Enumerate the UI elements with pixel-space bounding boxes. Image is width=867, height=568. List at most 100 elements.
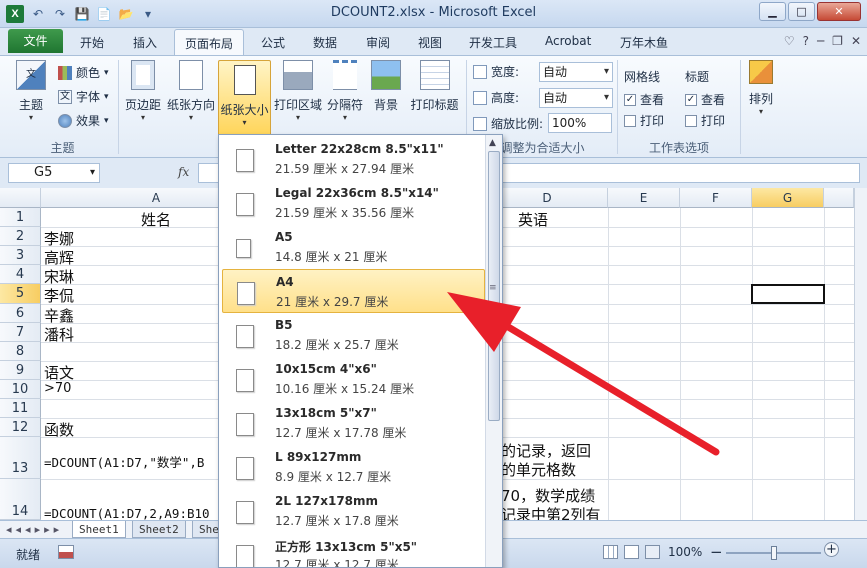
cell-a14[interactable]: =DCOUNT(A1:D7,2,A9:B10 bbox=[44, 506, 210, 520]
minimize-button[interactable]: ▁ bbox=[759, 2, 786, 21]
gridlines-view-option[interactable]: ✓ 查看 bbox=[624, 91, 664, 108]
tab-acrobat[interactable]: Acrobat bbox=[545, 34, 591, 48]
headings-view-checkbox[interactable]: ✓ bbox=[685, 93, 697, 106]
row-header-12[interactable]: 12 bbox=[0, 418, 41, 437]
row-header-13[interactable]: 13 bbox=[0, 437, 41, 479]
tab-page-layout[interactable]: 页面布局 bbox=[174, 29, 245, 55]
cell-d13-line2[interactable]: 的单元格数 bbox=[501, 459, 576, 480]
row-header-5[interactable]: 5 bbox=[0, 284, 41, 304]
row-header-11[interactable]: 11 bbox=[0, 399, 41, 418]
width-dropdown[interactable]: 自动 bbox=[539, 62, 613, 82]
cell-a6[interactable]: 辛鑫 bbox=[44, 305, 74, 326]
workbook-close-icon[interactable]: ✕ bbox=[851, 34, 861, 48]
tab-review[interactable]: 审阅 bbox=[366, 34, 390, 51]
tab-wannian-muyu[interactable]: 万年木鱼 bbox=[620, 34, 668, 51]
page-break-preview-icon[interactable] bbox=[645, 545, 660, 559]
print-area-button[interactable]: 打印区域 ▾ bbox=[272, 60, 324, 122]
gallery-scrollbar[interactable]: ▲ ≡ bbox=[485, 135, 502, 567]
select-all-corner[interactable] bbox=[0, 188, 41, 208]
theme-fonts-button[interactable]: 文 字体 ▾ bbox=[58, 88, 109, 105]
cell-a4[interactable]: 宋琳 bbox=[44, 266, 74, 287]
paper-size-square[interactable]: 正方形 13x13cm 5"x5" 12.7 厘米 x 12.7 厘米 bbox=[222, 533, 485, 567]
scroll-up-icon[interactable]: ▲ bbox=[489, 138, 496, 148]
insert-function-icon[interactable]: fx bbox=[178, 165, 189, 179]
cell-a7[interactable]: 潘科 bbox=[44, 324, 74, 345]
themes-button[interactable]: 文 主题 ▾ bbox=[10, 60, 52, 122]
paper-size-l[interactable]: L 89x127mm 8.9 厘米 x 12.7 厘米 bbox=[222, 445, 485, 489]
zoom-out-icon[interactable]: − bbox=[710, 543, 723, 561]
maximize-button[interactable]: □ bbox=[788, 2, 815, 21]
sheet-nav-arrows[interactable]: ◂◂◂▸▸▸ bbox=[6, 523, 63, 536]
sheet-tab-sheet1[interactable]: Sheet1 bbox=[72, 521, 126, 538]
column-header-d[interactable]: D bbox=[487, 188, 608, 208]
cell-d14-line1[interactable]: 70，数学成绩 bbox=[501, 485, 595, 506]
tab-view[interactable]: 视图 bbox=[418, 34, 442, 51]
paper-size-a5[interactable]: A5 14.8 厘米 x 21 厘米 bbox=[222, 225, 485, 269]
tab-developer[interactable]: 开发工具 bbox=[469, 34, 517, 51]
row-header-3[interactable]: 3 bbox=[0, 246, 41, 265]
tab-insert[interactable]: 插入 bbox=[133, 34, 157, 51]
cell-d1[interactable]: 英语 bbox=[518, 209, 548, 230]
cell-a1[interactable]: 姓名 bbox=[141, 209, 171, 230]
tab-file[interactable]: 文件 bbox=[8, 29, 63, 53]
margins-button[interactable]: 页边距 ▾ bbox=[122, 60, 164, 122]
zoom-level[interactable]: 100% bbox=[668, 545, 702, 559]
paper-size-13x18[interactable]: 13x18cm 5"x7" 12.7 厘米 x 17.78 厘米 bbox=[222, 401, 485, 445]
cell-a10[interactable]: >70 bbox=[44, 381, 71, 396]
page-layout-view-icon[interactable] bbox=[624, 545, 639, 559]
tab-formulas[interactable]: 公式 bbox=[261, 34, 285, 51]
headings-view-option[interactable]: ✓ 查看 bbox=[685, 91, 725, 108]
tab-home[interactable]: 开始 bbox=[80, 34, 104, 51]
tab-data[interactable]: 数据 bbox=[313, 34, 337, 51]
cell-a12[interactable]: 函数 bbox=[44, 419, 74, 440]
height-dropdown[interactable]: 自动 bbox=[539, 88, 613, 108]
workbook-minimize-icon[interactable]: ─ bbox=[817, 34, 824, 48]
row-header-2[interactable]: 2 bbox=[0, 227, 41, 246]
paper-size-2l[interactable]: 2L 127x178mm 12.7 厘米 x 17.8 厘米 bbox=[222, 489, 485, 533]
paper-size-button[interactable]: 纸张大小 ▾ bbox=[218, 60, 271, 136]
row-header-6[interactable]: 6 bbox=[0, 304, 41, 323]
row-header-10[interactable]: 10 bbox=[0, 380, 41, 399]
macro-record-icon[interactable] bbox=[58, 545, 74, 559]
active-cell-g5[interactable] bbox=[751, 284, 825, 304]
column-header-g[interactable]: G bbox=[752, 188, 824, 208]
paper-size-legal[interactable]: Legal 22x36cm 8.5"x14" 21.59 厘米 x 35.56 … bbox=[222, 181, 485, 225]
paper-size-10x15[interactable]: 10x15cm 4"x6" 10.16 厘米 x 15.24 厘米 bbox=[222, 357, 485, 401]
cell-a2[interactable]: 李娜 bbox=[44, 228, 74, 249]
paper-size-b5[interactable]: B5 18.2 厘米 x 25.7 厘米 bbox=[222, 313, 485, 357]
breaks-button[interactable]: 分隔符 ▾ bbox=[325, 60, 365, 122]
gridlines-print-checkbox[interactable] bbox=[624, 114, 636, 127]
cell-a9[interactable]: 语文 bbox=[44, 362, 74, 383]
zoom-in-icon[interactable]: + bbox=[824, 542, 839, 557]
vertical-scrollbar[interactable] bbox=[854, 188, 867, 520]
theme-colors-button[interactable]: 颜色 ▾ bbox=[58, 64, 109, 81]
column-header-f[interactable]: F bbox=[680, 188, 752, 208]
cell-a5[interactable]: 李侃 bbox=[44, 285, 74, 306]
cell-a3[interactable]: 高辉 bbox=[44, 247, 74, 268]
arrange-button[interactable]: 排列 ▾ bbox=[745, 60, 777, 116]
close-button[interactable]: ✕ bbox=[817, 2, 861, 21]
normal-view-icon[interactable] bbox=[603, 545, 618, 559]
row-header-9[interactable]: 9 bbox=[0, 361, 41, 380]
help-icon[interactable]: ? bbox=[803, 34, 809, 48]
zoom-slider-thumb[interactable] bbox=[771, 546, 777, 560]
cell-a13[interactable]: =DCOUNT(A1:D7,"数学",B bbox=[44, 452, 204, 471]
row-header-1[interactable]: 1 bbox=[0, 208, 41, 227]
row-header-7[interactable]: 7 bbox=[0, 323, 41, 342]
cell-d14-line2[interactable]: 记录中第2列有 bbox=[501, 504, 601, 520]
column-header-e[interactable]: E bbox=[608, 188, 680, 208]
row-header-4[interactable]: 4 bbox=[0, 265, 41, 284]
row-header-8[interactable]: 8 bbox=[0, 342, 41, 361]
headings-print-option[interactable]: 打印 bbox=[685, 112, 725, 129]
theme-effects-button[interactable]: 效果 ▾ bbox=[58, 112, 109, 129]
cell-d13-line1[interactable]: 的记录，返回 bbox=[501, 440, 591, 461]
orientation-button[interactable]: 纸张方向 ▾ bbox=[166, 60, 216, 122]
workbook-restore-icon[interactable]: ❐ bbox=[832, 34, 843, 48]
name-box[interactable]: G5 bbox=[8, 163, 100, 183]
background-button[interactable]: 背景 bbox=[368, 60, 404, 113]
paper-size-letter[interactable]: Letter 22x28cm 8.5"x11" 21.59 厘米 x 27.94… bbox=[222, 137, 485, 181]
gridlines-print-option[interactable]: 打印 bbox=[624, 112, 664, 129]
row-header-14[interactable]: 14 bbox=[0, 479, 41, 520]
headings-print-checkbox[interactable] bbox=[685, 114, 697, 127]
heart-icon[interactable]: ♡ bbox=[784, 34, 795, 48]
